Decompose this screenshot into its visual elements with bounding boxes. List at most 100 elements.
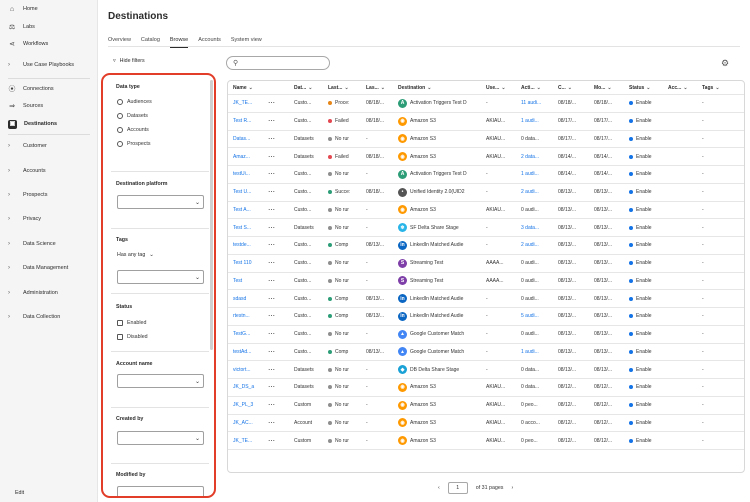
destination-name-link[interactable]: testAd... — [233, 344, 263, 361]
checkbox-disabled[interactable]: Disabled — [117, 334, 148, 340]
table-row[interactable]: victort... ⋯ Datasets No rur - ◆ DB Delta Shar… — [228, 361, 744, 379]
sidebar-item-privacy[interactable]: › Privacy — [0, 212, 97, 226]
row-actions-icon[interactable]: ⋯ — [268, 148, 280, 165]
column-header[interactable]: Las... ⌄ — [366, 81, 394, 94]
column-header[interactable]: C... ⌄ — [558, 81, 588, 94]
destination-name-link[interactable]: Test A... — [233, 202, 263, 219]
sidebar-item-data-science[interactable]: › Data Science — [0, 237, 97, 251]
destination-name-link[interactable]: JK_PL_3 — [233, 397, 263, 414]
column-header[interactable]: Use... ⌄ — [486, 81, 516, 94]
radio-datasets[interactable]: Datasets — [117, 113, 148, 119]
activated-link[interactable]: 3 data... — [521, 219, 557, 236]
sidebar-item-use-case-playbooks[interactable]: › Use Case Playbooks — [0, 58, 97, 72]
column-header[interactable]: Tags ⌄ — [702, 81, 732, 94]
table-row[interactable]: testde... ⋯ Custo... Comp 08/13/... in LinkedI… — [228, 237, 744, 255]
filter-scrollbar[interactable] — [210, 80, 213, 350]
radio-audiences[interactable]: Audiences — [117, 99, 152, 105]
table-row[interactable]: JK_TE... ⋯ Custo... Proce: 08/18/... A Activat… — [228, 95, 744, 113]
table-row[interactable]: JK_AC... ⋯ Account No rur - ◉ Amazon S3 AKIAU..… — [228, 415, 744, 433]
column-header[interactable]: Last... ⌄ — [328, 81, 364, 94]
destination-name-link[interactable]: victort... — [233, 361, 263, 378]
destination-platform-select[interactable]: ⌄ — [117, 195, 204, 209]
destination-name-link[interactable]: Datas... — [233, 131, 263, 148]
row-actions-icon[interactable]: ⋯ — [268, 202, 280, 219]
column-header[interactable]: Acti... ⌄ — [521, 81, 557, 94]
row-actions-icon[interactable]: ⋯ — [268, 308, 280, 325]
table-row[interactable]: Test 110 ⋯ Custo... No rur - S Streaming Test A… — [228, 255, 744, 273]
destination-name-link[interactable]: JK_DS_a — [233, 379, 263, 396]
table-row[interactable]: Test A... ⋯ Custo... No rur - ◉ Amazon S3 AKIAU… — [228, 202, 744, 220]
row-actions-icon[interactable]: ⋯ — [268, 273, 280, 290]
destination-name-link[interactable]: sdasd — [233, 290, 263, 307]
tag-mode-dropdown[interactable]: Has any tag ⌄ — [117, 252, 154, 258]
radio-accounts[interactable]: Accounts — [117, 127, 149, 133]
page-number-input[interactable]: 1 — [447, 482, 468, 494]
sidebar-item-workflows[interactable]: ⋖ Workflows — [0, 37, 97, 51]
row-actions-icon[interactable]: ⋯ — [268, 415, 280, 432]
sidebar-item-data-collection[interactable]: › Data Collection — [0, 310, 97, 324]
table-row[interactable]: Test R... ⋯ Custo... Failed 08/18/... ◉ Amazon… — [228, 113, 744, 131]
column-header[interactable]: Dat... ⌄ — [294, 81, 324, 94]
sidebar-item-sources[interactable]: ⇒ Sources — [0, 99, 97, 113]
row-actions-icon[interactable]: ⋯ — [268, 219, 280, 236]
sidebar-item-administration[interactable]: › Administration — [0, 286, 97, 300]
table-settings-icon[interactable]: ⚙ — [721, 58, 729, 69]
destination-name-link[interactable]: rtestn... — [233, 308, 263, 325]
hide-filters-button[interactable]: ▿ Hide filters — [113, 58, 145, 64]
column-header[interactable]: Name ⌄ — [233, 81, 263, 94]
activated-link[interactable]: 5 audi... — [521, 308, 557, 325]
sidebar-item-data-management[interactable]: › Data Management — [0, 261, 97, 275]
checkbox-enabled[interactable]: Enabled — [117, 320, 146, 326]
row-actions-icon[interactable]: ⋯ — [268, 344, 280, 361]
activated-link[interactable]: 2 audi... — [521, 237, 557, 254]
table-row[interactable]: testUi... ⋯ Custo... No rur - A Activation Tri… — [228, 166, 744, 184]
row-actions-icon[interactable]: ⋯ — [268, 432, 280, 449]
table-row[interactable]: Test ⋯ Custo... No rur - S Streaming Test AAAA.… — [228, 273, 744, 291]
row-actions-icon[interactable]: ⋯ — [268, 113, 280, 130]
destination-name-link[interactable]: testde... — [233, 237, 263, 254]
column-header[interactable]: Mo... ⌄ — [594, 81, 624, 94]
tags-select[interactable]: ⌄ — [117, 270, 204, 284]
sidebar-item-prospects[interactable]: › Prospects — [0, 188, 97, 202]
activated-link[interactable]: 1 audi... — [521, 344, 557, 361]
destination-name-link[interactable]: Test R... — [233, 113, 263, 130]
edit-nav-button[interactable]: Edit — [15, 490, 24, 496]
table-row[interactable]: JK_PL_3 ⋯ Custom No rur - ◉ Amazon S3 AKIAU... 0… — [228, 397, 744, 415]
activated-link[interactable]: 11 audi... — [521, 95, 557, 112]
column-header[interactable]: Acc... ⌄ — [668, 81, 696, 94]
activated-link[interactable]: 2 audi... — [521, 184, 557, 201]
destination-name-link[interactable]: Test 110 — [233, 255, 263, 272]
column-header[interactable]: Status ⌄ — [629, 81, 665, 94]
sidebar-item-destinations[interactable]: ▣ Destinations — [0, 117, 97, 131]
row-actions-icon[interactable]: ⋯ — [268, 361, 280, 378]
table-row[interactable]: testAd... ⋯ Custo... Comp 08/13/... ▲ Google C… — [228, 344, 744, 362]
table-row[interactable]: Test U... ⋯ Custo... Succe: 08/18/... • Unifie… — [228, 184, 744, 202]
sidebar-item-connections[interactable]: ⦿ Connections — [0, 82, 97, 96]
row-actions-icon[interactable]: ⋯ — [268, 290, 280, 307]
row-actions-icon[interactable]: ⋯ — [268, 166, 280, 183]
row-actions-icon[interactable]: ⋯ — [268, 326, 280, 343]
row-actions-icon[interactable]: ⋯ — [268, 95, 280, 112]
activated-link[interactable]: 2 data... — [521, 148, 557, 165]
modified-by-select[interactable] — [117, 486, 204, 496]
sidebar-item-customer[interactable]: › Customer — [0, 139, 97, 153]
destination-name-link[interactable]: JK_AC... — [233, 415, 263, 432]
created-by-select[interactable]: ⌄ — [117, 431, 204, 445]
row-actions-icon[interactable]: ⋯ — [268, 184, 280, 201]
destination-name-link[interactable]: Test — [233, 273, 263, 290]
destination-name-link[interactable]: JK_TE... — [233, 95, 263, 112]
table-row[interactable]: rtestn... ⋯ Custo... Comp 08/13/... in LinkedI… — [228, 308, 744, 326]
account-name-select[interactable]: ⌄ — [117, 374, 204, 388]
destination-name-link[interactable]: JK_TE... — [233, 432, 263, 449]
destination-name-link[interactable]: Test U... — [233, 184, 263, 201]
table-row[interactable]: Amaz... ⋯ Datasets Failed 08/18/... ◉ Amazon S… — [228, 148, 744, 166]
activated-link[interactable]: 1 audi... — [521, 113, 557, 130]
destination-name-link[interactable]: Amaz... — [233, 148, 263, 165]
next-page-icon[interactable]: › — [511, 485, 513, 491]
table-row[interactable]: Datas... ⋯ Datasets No rur - ◉ Amazon S3 AKIAU.… — [228, 131, 744, 149]
destination-name-link[interactable]: testUi... — [233, 166, 263, 183]
search-input[interactable]: ⚲ — [226, 56, 330, 70]
table-row[interactable]: TestG... ⋯ Custo... No rur - ▲ Google Customer… — [228, 326, 744, 344]
table-row[interactable]: JK_TE... ⋯ Custom No rur - ◉ Amazon S3 AKIAU...… — [228, 432, 744, 450]
destination-name-link[interactable]: TestG... — [233, 326, 263, 343]
